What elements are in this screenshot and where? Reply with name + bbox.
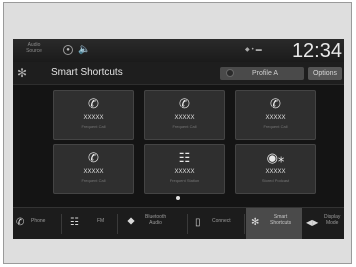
nav-display-mode-label-line2: Mode [325,220,339,226]
display-mode-icon: ◀▶ [306,218,319,227]
manual-figure-frame: Audio Source ● 🔈 ◆•▬ 12:34 ✻ Smart Short… [3,2,352,264]
shortcut-type: Frequent Call [172,124,197,129]
title-bar: ✻ Smart Shortcuts Profile A Options [13,62,344,85]
nav-divider [244,214,245,234]
voice-memo-icon: ◉⁎ [266,150,285,165]
shortcut-tile[interactable]: ✆ XXXXX Frequent Call [144,90,225,140]
nav-connect-label: Connect [212,218,231,224]
shortcut-tile[interactable]: ✆ XXXXX Frequent Call [53,90,134,140]
shortcut-type: Frequent Station [169,178,200,183]
status-indicator-icons: ◆•▬ [245,47,264,53]
phone-icon: ✆ [88,96,99,111]
shortcut-name: XXXXX [265,115,286,121]
phone-icon: ✆ [179,96,190,111]
page-title: Smart Shortcuts [51,67,123,78]
profile-label: Profile A [252,70,279,77]
clock: 12:34 [291,40,342,62]
shortcut-type: Frequent Call [263,124,288,129]
nav-connect[interactable]: ▯ Connect [191,208,241,239]
shortcut-type: Frequent Call [81,178,106,183]
profile-toggle-icon [226,69,234,77]
bottom-nav-bar: ✆ Phone ☷ FM ⯁ Bluetooth Audio ▯ Connect [13,207,344,239]
media-icon[interactable]: ● [63,45,73,55]
shortcut-tile[interactable]: ✆ XXXXX Frequent Call [53,144,134,194]
phone-icon: ✆ [88,150,99,165]
smart-shortcuts-icon: ✻ [251,217,260,228]
nav-phone-label: Phone [31,218,46,224]
shortcut-type: Stored Podcast [261,178,290,183]
profile-button[interactable]: Profile A [220,67,304,80]
shortcut-name: XXXXX [174,169,195,175]
nav-bluetooth-label: Bluetooth Audio [145,214,166,226]
shortcut-name: XXXXX [265,169,286,175]
shortcut-name: XXXXX [83,169,104,175]
nav-divider [117,214,118,234]
nav-smart-shortcuts-label-line2: Shortcuts [270,220,292,226]
audio-source-button[interactable]: Audio Source [17,42,51,58]
nav-fm-label: FM [97,218,105,224]
smart-shortcuts-icon: ✻ [17,66,28,80]
volume-icon: 🔈 [78,44,91,55]
nav-divider [61,214,62,234]
nav-bluetooth-label-line2: Audio [149,220,162,226]
smartphone-icon: ▯ [195,217,201,228]
shortcut-name: XXXXX [83,115,104,121]
bluetooth-icon: ⯁ [127,217,135,228]
options-button[interactable]: Options [308,67,342,80]
status-bar: Audio Source ● 🔈 ◆•▬ 12:34 [13,39,344,62]
radio-icon: ☷ [70,217,79,228]
shortcut-tile[interactable]: ◉⁎ XXXXX Stored Podcast [235,144,316,194]
audio-source-label-line2: Source [26,48,42,54]
infotainment-screen: Audio Source ● 🔈 ◆•▬ 12:34 ✻ Smart Short… [13,39,344,239]
radio-station-icon: ☷ [178,150,191,165]
phone-icon: ✆ [16,217,25,228]
shortcut-tile[interactable]: ☷ XXXXX Frequent Station [144,144,225,194]
nav-display-mode[interactable]: ◀▶ Display Mode [304,208,344,239]
shortcut-name: XXXXX [174,115,195,121]
shortcut-tile[interactable]: ✆ XXXXX Frequent Call [235,90,316,140]
nav-smart-shortcuts[interactable]: ✻ Smart Shortcuts [246,208,302,239]
page-indicator-dot [176,196,180,200]
nav-phone[interactable]: ✆ Phone [13,208,58,239]
nav-fm[interactable]: ☷ FM [65,208,113,239]
nav-display-mode-label: Display Mode [324,214,340,226]
nav-bluetooth-audio[interactable]: ⯁ Bluetooth Audio [121,208,183,239]
nav-smart-shortcuts-label: Smart Shortcuts [270,214,291,226]
shortcut-type: Frequent Call [81,124,106,129]
phone-icon: ✆ [270,96,281,111]
nav-divider [187,214,188,234]
